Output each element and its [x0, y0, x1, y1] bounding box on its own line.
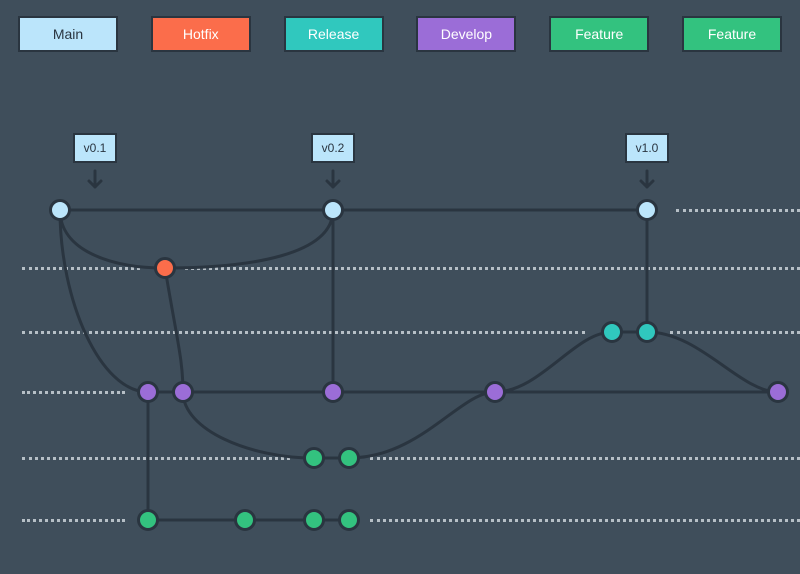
commit-develop [172, 381, 194, 403]
legend-release: Release [284, 16, 384, 52]
legend-feature: Feature [549, 16, 649, 52]
legend-develop: Develop [416, 16, 516, 52]
arrow-down-icon [638, 169, 656, 193]
legend-feature2: Feature [682, 16, 782, 52]
branch-lines [0, 0, 800, 574]
lane-dots-feature1 [370, 457, 800, 460]
commit-feature2 [234, 509, 256, 531]
legend-hotfix: Hotfix [151, 16, 251, 52]
commit-main [636, 199, 658, 221]
arrow-down-icon [324, 169, 342, 193]
lane-dots-hotfix [22, 267, 140, 270]
commit-develop [484, 381, 506, 403]
gitflow-diagram: Main Hotfix Release Develop Feature Feat… [0, 0, 800, 574]
lane-dots-develop [22, 391, 125, 394]
commit-develop [767, 381, 789, 403]
lane-dots-feature2 [370, 519, 800, 522]
commit-release [601, 321, 623, 343]
lane-dots-release [670, 331, 800, 334]
arrow-down-icon [86, 169, 104, 193]
commit-feature2 [137, 509, 159, 531]
legend-main: Main [18, 16, 118, 52]
commit-feature2 [303, 509, 325, 531]
tag-v02: v0.2 [311, 133, 355, 163]
commit-develop [137, 381, 159, 403]
commit-release [636, 321, 658, 343]
commit-develop [322, 381, 344, 403]
lane-dots-main [676, 209, 800, 212]
commit-main [322, 199, 344, 221]
lane-dots-feature2 [22, 519, 125, 522]
commit-feature1 [338, 447, 360, 469]
commit-feature2 [338, 509, 360, 531]
tag-v01: v0.1 [73, 133, 117, 163]
lane-dots-release [22, 331, 585, 334]
lane-dots-feature1 [22, 457, 290, 460]
legend: Main Hotfix Release Develop Feature Feat… [0, 16, 800, 52]
commit-feature1 [303, 447, 325, 469]
commit-main [49, 199, 71, 221]
commit-hotfix [154, 257, 176, 279]
tag-v10: v1.0 [625, 133, 669, 163]
lane-dots-hotfix [185, 267, 800, 270]
